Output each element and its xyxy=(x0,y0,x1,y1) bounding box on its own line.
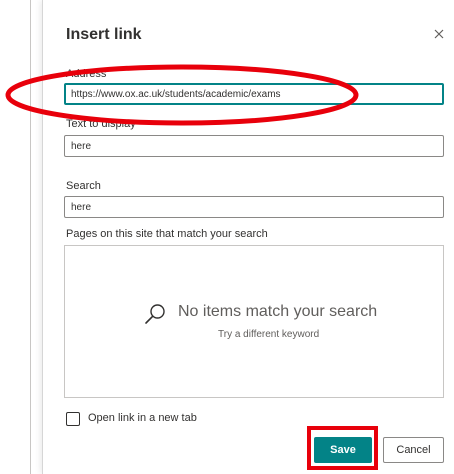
close-icon[interactable] xyxy=(432,27,446,41)
address-label: Address xyxy=(66,68,107,80)
empty-results-message: No items match your search xyxy=(178,303,378,320)
text-to-display-label: Text to display xyxy=(66,118,136,130)
open-new-tab-label[interactable]: Open link in a new tab xyxy=(88,412,197,424)
search-icon xyxy=(145,304,165,324)
search-label: Search xyxy=(66,180,101,192)
search-results-list xyxy=(64,245,444,398)
results-label: Pages on this site that match your searc… xyxy=(66,228,268,240)
open-new-tab-checkbox[interactable] xyxy=(66,412,80,426)
background-divider xyxy=(30,0,31,474)
address-input[interactable] xyxy=(64,83,444,105)
empty-results-hint: Try a different keyword xyxy=(218,329,320,340)
save-button[interactable]: Save xyxy=(314,437,372,463)
search-input[interactable] xyxy=(64,196,444,218)
text-to-display-input[interactable] xyxy=(64,135,444,157)
dialog-title: Insert link xyxy=(66,26,142,43)
cancel-button[interactable]: Cancel xyxy=(383,437,444,463)
